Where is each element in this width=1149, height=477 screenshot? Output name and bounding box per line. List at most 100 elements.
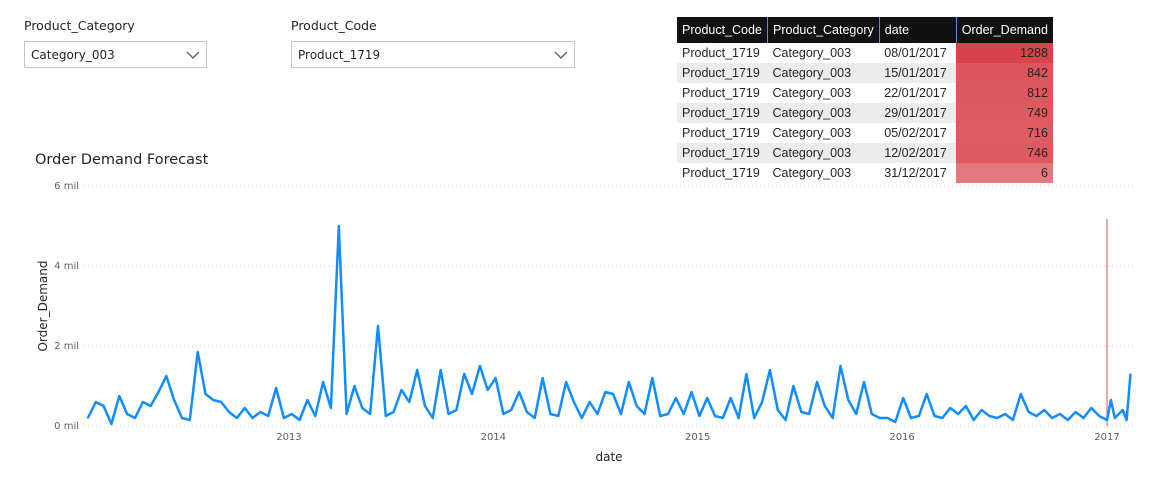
data-point xyxy=(745,373,748,375)
data-point xyxy=(87,417,89,419)
data-point xyxy=(604,391,607,393)
data-point xyxy=(972,419,975,421)
data-point xyxy=(565,381,567,383)
data-point xyxy=(165,375,168,377)
data-point xyxy=(149,405,152,407)
data-point xyxy=(533,417,536,419)
order-demand-series-line[interactable] xyxy=(86,224,1132,426)
data-point xyxy=(675,397,677,399)
data-point xyxy=(1125,419,1128,421)
data-point xyxy=(306,399,309,401)
data-point xyxy=(1098,415,1100,417)
data-point xyxy=(925,393,928,395)
data-point xyxy=(243,407,246,409)
gridlines xyxy=(84,185,1135,427)
data-point xyxy=(432,417,434,419)
data-point xyxy=(1118,413,1120,415)
data-point xyxy=(134,417,136,419)
data-point xyxy=(290,413,293,415)
data-point xyxy=(769,369,771,371)
data-point xyxy=(424,405,426,407)
data-point xyxy=(110,423,113,425)
data-point xyxy=(612,393,614,395)
data-point xyxy=(729,397,732,399)
data-point xyxy=(902,397,904,399)
data-point xyxy=(1074,411,1077,413)
data-point xyxy=(620,413,622,415)
data-point xyxy=(784,419,787,421)
data-point xyxy=(369,413,371,415)
data-point xyxy=(400,389,403,391)
data-point xyxy=(392,411,395,413)
data-point xyxy=(714,415,716,417)
data-point xyxy=(980,409,983,411)
data-point xyxy=(722,417,724,419)
data-point xyxy=(479,365,481,367)
data-point xyxy=(816,381,818,383)
data-point xyxy=(824,405,826,407)
data-point xyxy=(894,421,897,423)
data-point xyxy=(682,413,685,415)
data-point xyxy=(1067,419,1069,421)
data-point xyxy=(965,405,967,407)
y-tick-label: 0 mil xyxy=(54,421,79,432)
data-point xyxy=(635,405,638,407)
data-point xyxy=(1090,407,1093,409)
data-point xyxy=(338,225,340,227)
x-tick-label: 2017 xyxy=(1094,432,1119,443)
data-point xyxy=(181,417,183,419)
data-point xyxy=(698,415,701,417)
series-points xyxy=(87,225,1132,425)
data-point xyxy=(416,369,419,371)
x-tick-label: 2014 xyxy=(481,432,506,443)
data-point xyxy=(839,365,842,367)
data-point xyxy=(251,417,254,419)
data-point xyxy=(510,409,512,411)
x-tick-label: 2013 xyxy=(276,432,301,443)
data-point xyxy=(800,411,803,413)
data-point xyxy=(941,417,944,419)
data-point xyxy=(486,389,489,391)
data-point xyxy=(573,401,575,403)
data-point xyxy=(541,377,544,379)
data-point xyxy=(1020,393,1022,395)
data-point xyxy=(220,401,222,403)
data-point xyxy=(792,385,795,387)
data-point xyxy=(259,411,262,413)
data-point xyxy=(690,391,693,393)
data-point xyxy=(753,417,755,419)
data-point xyxy=(949,407,951,409)
data-point xyxy=(1059,413,1061,415)
data-point xyxy=(1114,417,1116,419)
data-point xyxy=(659,415,661,417)
data-point xyxy=(447,413,450,415)
data-point xyxy=(322,381,324,383)
data-point xyxy=(126,413,128,415)
data-point xyxy=(330,407,332,409)
data-point xyxy=(918,415,920,417)
data-point xyxy=(1082,417,1085,419)
data-point xyxy=(275,387,277,389)
data-point xyxy=(808,413,810,415)
data-point xyxy=(628,381,630,383)
order-demand-line-chart: 0 mil2 mil4 mil6 mil 2013 2014 2015 2016 201… xyxy=(36,181,1135,464)
data-point xyxy=(761,401,763,403)
data-point xyxy=(910,417,912,419)
data-point xyxy=(526,411,528,413)
data-point xyxy=(455,409,458,411)
y-tick-label: 2 mil xyxy=(54,341,79,352)
data-point xyxy=(142,401,144,403)
data-point xyxy=(471,393,473,395)
data-point xyxy=(439,369,442,371)
data-point xyxy=(212,399,215,401)
data-point xyxy=(886,417,889,419)
data-point xyxy=(737,417,740,419)
data-point xyxy=(196,351,199,353)
x-tick-label: 2015 xyxy=(685,432,710,443)
data-point xyxy=(957,413,959,415)
data-point xyxy=(298,419,301,421)
data-point xyxy=(777,409,779,411)
data-point xyxy=(204,393,207,395)
data-point xyxy=(408,401,411,403)
data-point xyxy=(314,415,317,417)
